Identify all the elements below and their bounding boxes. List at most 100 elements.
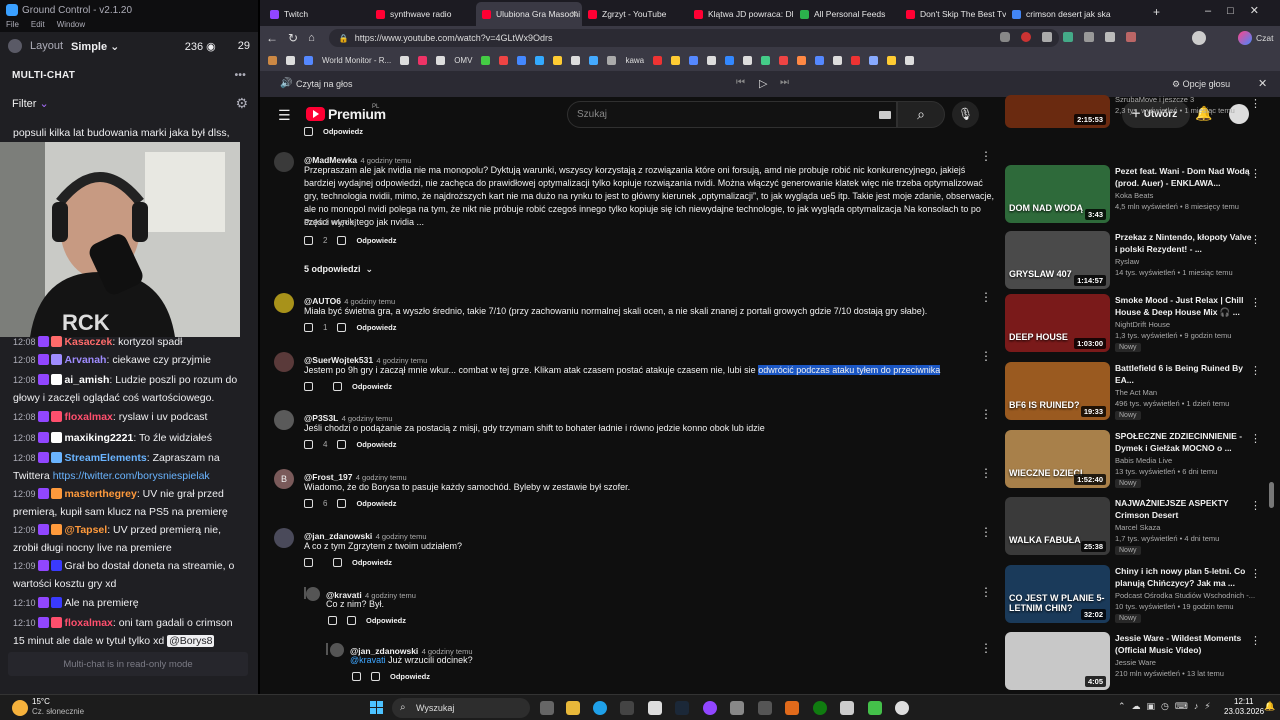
reply-mention[interactable]: @kravati	[350, 655, 386, 665]
chat-username[interactable]: ai_amish	[64, 374, 109, 386]
app-icon[interactable]	[895, 701, 909, 715]
bookmark-icon[interactable]	[689, 56, 699, 65]
bookmark-icon[interactable]	[418, 56, 428, 65]
related-video[interactable]: BF6 IS RUINED? 19:33 Battlefield 6 is Bein…	[1005, 362, 1267, 422]
video-channel[interactable]: SzrubaMove i jeszcze 3	[1115, 95, 1194, 104]
extension-icon[interactable]	[1021, 32, 1031, 42]
reply-button[interactable]: Odpowiedz	[352, 558, 392, 567]
new-tab-button[interactable]: +	[1153, 5, 1160, 19]
home-icon[interactable]: ⌂	[308, 32, 315, 44]
related-video[interactable]: DOM NAD WODĄ 3:43 Pezet feat. Wani - Dom N…	[1005, 165, 1267, 225]
commenter-avatar[interactable]: B	[274, 469, 294, 489]
menu-window[interactable]: Window	[57, 20, 85, 32]
like-icon[interactable]	[304, 236, 313, 245]
show-more-link[interactable]: Pokaż więcej	[304, 217, 356, 227]
dislike-icon[interactable]	[333, 558, 342, 567]
chat-username[interactable]: maxiking2221	[64, 432, 133, 444]
reply-menu-icon[interactable]: ⋮	[980, 641, 992, 655]
search-button[interactable]: ⌕	[897, 101, 945, 128]
dislike-icon[interactable]	[371, 672, 380, 681]
video-menu-icon[interactable]: ⋮	[1250, 432, 1261, 445]
video-thumbnail[interactable]: BF6 IS RUINED? 19:33	[1005, 362, 1110, 420]
xbox-icon[interactable]	[813, 701, 827, 715]
copilot-icon[interactable]	[1238, 31, 1252, 45]
bookmark-icon[interactable]	[553, 56, 563, 65]
bookmark-icon[interactable]	[571, 56, 581, 65]
browser-tab[interactable]: Zgrzyt - YouTube	[582, 2, 688, 26]
chat-mention[interactable]: @Borys8	[167, 635, 215, 647]
video-menu-icon[interactable]: ⋮	[1250, 567, 1261, 580]
reply-menu-icon[interactable]: ⋮	[980, 585, 992, 599]
video-menu-icon[interactable]: ⋮	[1250, 499, 1261, 512]
extension-icon[interactable]	[1126, 32, 1136, 42]
comment-menu-icon[interactable]: ⋮	[980, 349, 992, 363]
previous-icon[interactable]: ⏮	[736, 77, 745, 88]
app-icon[interactable]	[868, 701, 882, 715]
reply-avatar[interactable]	[330, 643, 344, 657]
commenter-avatar[interactable]	[274, 528, 294, 548]
bookmark-icon[interactable]	[725, 56, 735, 65]
like-icon[interactable]	[304, 382, 313, 391]
reply-button[interactable]: Odpowiedz	[356, 440, 396, 449]
comment-menu-icon[interactable]: ⋮	[980, 525, 992, 539]
video-title[interactable]: NAJWAŻNIEJSZE ASPEKTY Crimson Desert	[1115, 497, 1255, 521]
browser-tab[interactable]: crimson desert jak ska	[1006, 2, 1112, 26]
chat-username[interactable]: StreamElements	[64, 452, 146, 464]
search-input[interactable]: Szukaj	[567, 101, 897, 128]
bookmark-icon[interactable]	[905, 56, 915, 65]
chat-username[interactable]: @Tapsel	[64, 524, 107, 536]
reply-button[interactable]: Odpowiedz	[352, 382, 392, 391]
video-menu-icon[interactable]: ⋮	[1250, 233, 1261, 246]
app-icon[interactable]	[840, 701, 854, 715]
video-channel[interactable]: Babis Media Live	[1115, 456, 1172, 465]
system-tray-icons[interactable]: ⌃☁▣◷⌨♪⚡	[1118, 701, 1217, 712]
reload-icon[interactable]: ↻	[288, 31, 298, 45]
reply-button[interactable]: Odpowiedz	[366, 616, 406, 625]
app-icon[interactable]	[785, 701, 799, 715]
profile-avatar[interactable]	[1192, 31, 1206, 45]
extension-icon[interactable]	[1042, 32, 1052, 42]
edge-icon[interactable]	[593, 701, 607, 715]
video-menu-icon[interactable]: ⋮	[1250, 364, 1261, 377]
reply-button[interactable]: Odpowiedz	[323, 127, 363, 136]
bookmark-icon[interactable]	[589, 56, 599, 65]
dislike-icon[interactable]	[347, 616, 356, 625]
browser-tab[interactable]: Klątwa JD powraca: Dl	[688, 2, 794, 26]
video-title[interactable]: Pezet feat. Wani - Dom Nad Wodą (prod. A…	[1115, 165, 1255, 189]
video-title[interactable]: Jessie Ware - Wildest Moments (Official …	[1115, 632, 1255, 656]
reply-button[interactable]: Odpowiedz	[356, 236, 396, 245]
like-icon[interactable]	[304, 323, 313, 332]
comment-menu-icon[interactable]: ⋮	[980, 407, 992, 421]
more-options-icon[interactable]: •••	[235, 70, 246, 81]
bookmark-icon[interactable]	[797, 56, 807, 65]
commenter-avatar[interactable]	[274, 152, 294, 172]
next-icon[interactable]: ⏭	[780, 77, 789, 88]
bookmark-icon[interactable]	[833, 56, 843, 65]
commenter-avatar[interactable]	[274, 293, 294, 313]
steam-icon[interactable]	[675, 701, 689, 715]
hamburger-menu-icon[interactable]: ☰	[278, 107, 291, 124]
chat-username[interactable]: floxalmax	[64, 617, 112, 629]
comment-menu-icon[interactable]: ⋮	[980, 149, 992, 163]
video-thumbnail[interactable]: WALKA FABUŁA 25:38	[1005, 497, 1110, 555]
video-thumbnail[interactable]: DOM NAD WODĄ 3:43	[1005, 165, 1110, 223]
browser-tab[interactable]: Ulubiona Gra Masochi ✕	[476, 2, 582, 26]
reply-avatar[interactable]	[306, 587, 320, 601]
video-menu-icon[interactable]: ⋮	[1250, 167, 1261, 180]
keyboard-icon[interactable]	[879, 111, 891, 119]
chat-button[interactable]: Czat	[1256, 33, 1273, 43]
reply-button[interactable]: Odpowiedz	[390, 672, 430, 681]
bookmark-icon[interactable]	[653, 56, 663, 65]
like-icon[interactable]	[304, 499, 313, 508]
voice-search-button[interactable]: 🎙	[952, 101, 979, 128]
video-title[interactable]: Przekaz z Nintendo, kłopoty Valve i pols…	[1115, 231, 1255, 255]
task-view-icon[interactable]	[540, 701, 554, 715]
bookmark-icon[interactable]	[535, 56, 545, 65]
app-icon[interactable]	[620, 701, 634, 715]
like-icon[interactable]	[304, 440, 313, 449]
video-thumbnail[interactable]: 4:05	[1005, 632, 1110, 690]
play-icon[interactable]: ▷	[759, 77, 767, 90]
replies-toggle[interactable]: 5 odpowiedzi ⌄	[304, 264, 373, 275]
bookmark-icon[interactable]	[499, 56, 509, 65]
bookmark-icon[interactable]	[517, 56, 527, 65]
